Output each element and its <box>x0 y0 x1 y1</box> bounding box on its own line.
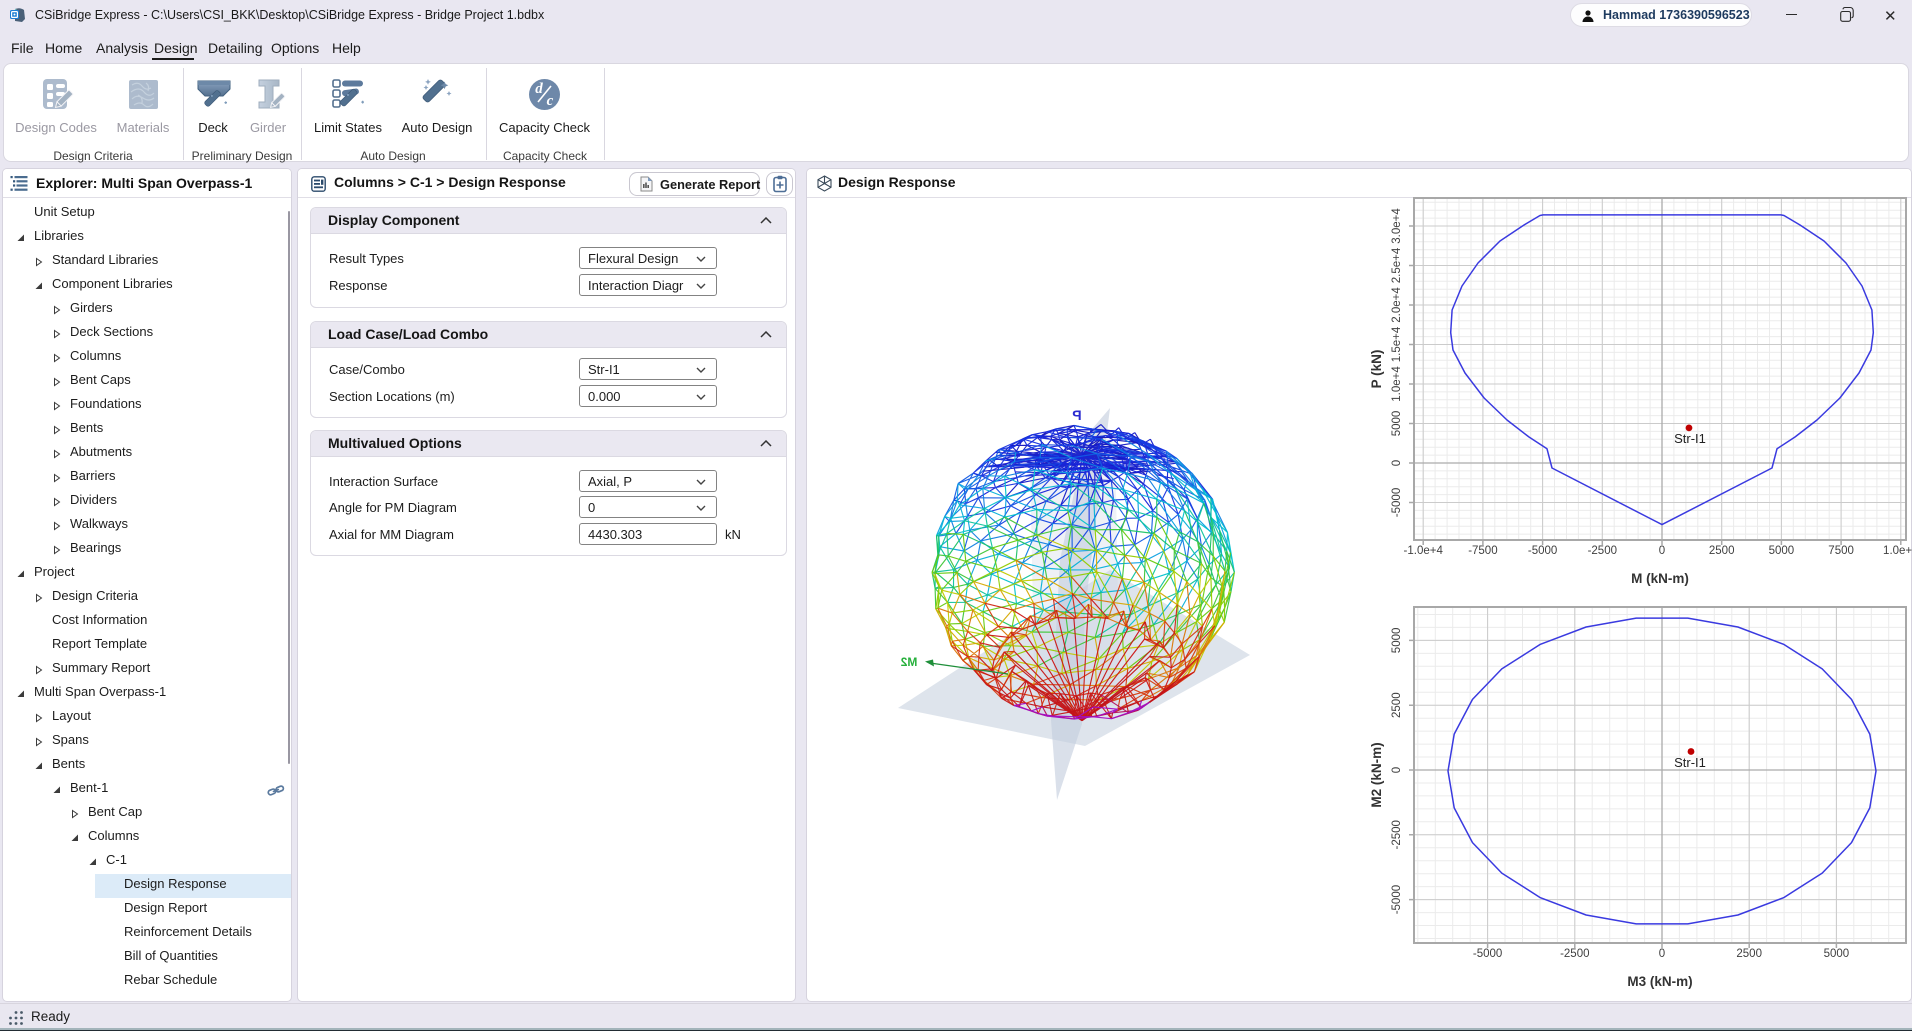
svg-text:5000: 5000 <box>1391 411 1403 437</box>
svg-text:1.0e+4: 1.0e+4 <box>1391 366 1403 402</box>
svg-text:Str-I1: Str-I1 <box>1674 755 1706 770</box>
svg-text:-2500: -2500 <box>1560 948 1589 960</box>
svg-text:-5000: -5000 <box>1391 488 1403 517</box>
svg-text:2.0e+4: 2.0e+4 <box>1391 287 1403 323</box>
svg-text:M3 (kN-m): M3 (kN-m) <box>1627 974 1692 989</box>
svg-text:5000: 5000 <box>1391 628 1403 654</box>
svg-text:2500: 2500 <box>1709 545 1735 557</box>
svg-text:1.0e+4: 1.0e+4 <box>1883 545 1912 557</box>
svg-text:M2 (kN-m): M2 (kN-m) <box>1369 742 1384 807</box>
svg-text:5000: 5000 <box>1824 948 1850 960</box>
svg-text:7500: 7500 <box>1828 545 1854 557</box>
svg-text:M2: M2 <box>900 655 917 669</box>
svg-text:2500: 2500 <box>1391 692 1403 718</box>
svg-text:Str-I1: Str-I1 <box>1674 431 1706 446</box>
svg-text:3.0e+4: 3.0e+4 <box>1391 208 1403 244</box>
svg-text:c: c <box>546 93 553 109</box>
svg-text:2.5e+4: 2.5e+4 <box>1391 247 1403 283</box>
svg-text:0: 0 <box>1391 767 1403 773</box>
svg-text:-7500: -7500 <box>1468 545 1497 557</box>
svg-text:-2500: -2500 <box>1588 545 1617 557</box>
svg-text:d: d <box>535 81 543 97</box>
svg-text:P (kN): P (kN) <box>1369 350 1384 389</box>
svg-text:P: P <box>1072 407 1081 423</box>
svg-text:-5000: -5000 <box>1391 885 1403 914</box>
svg-text:2500: 2500 <box>1736 948 1762 960</box>
svg-text:-5000: -5000 <box>1528 545 1557 557</box>
svg-text:-5000: -5000 <box>1473 948 1502 960</box>
svg-text:5000: 5000 <box>1769 545 1795 557</box>
svg-text:M (kN-m): M (kN-m) <box>1631 571 1689 586</box>
svg-text:0: 0 <box>1659 545 1665 557</box>
svg-text:-2500: -2500 <box>1391 820 1403 849</box>
svg-text:-1.0e+4: -1.0e+4 <box>1404 545 1444 557</box>
svg-text:0: 0 <box>1391 460 1403 466</box>
svg-text:1.5e+4: 1.5e+4 <box>1391 326 1403 362</box>
svg-text:0: 0 <box>1659 948 1665 960</box>
